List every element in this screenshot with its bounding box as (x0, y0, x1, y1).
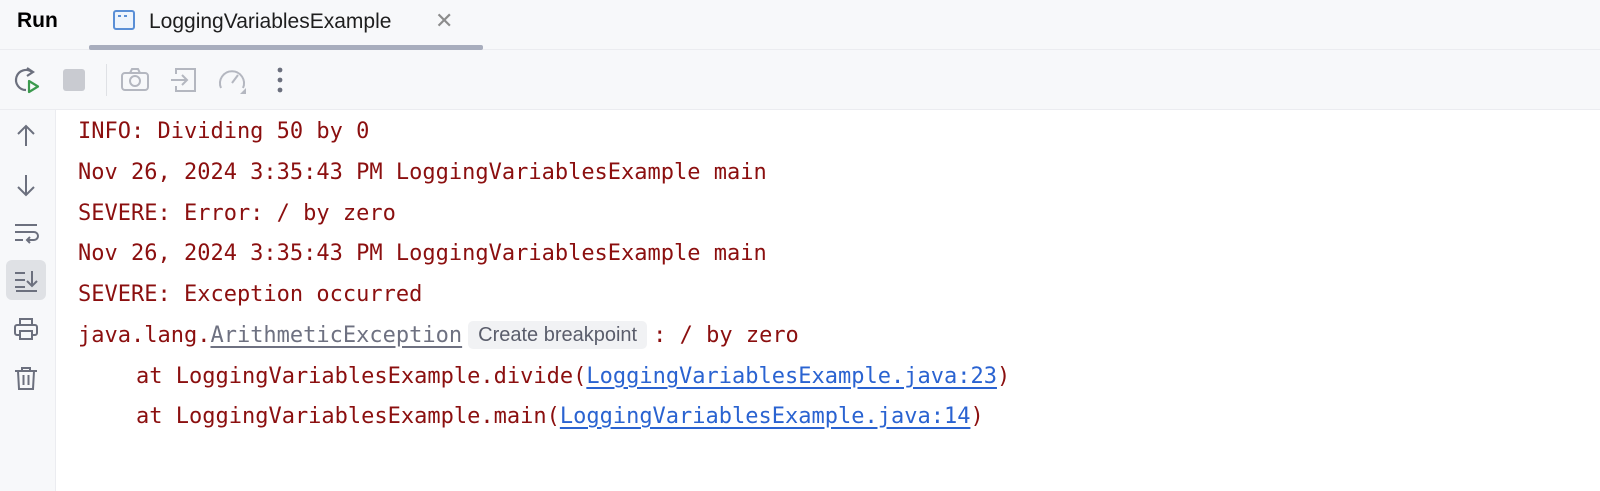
stop-icon[interactable] (58, 64, 90, 96)
stack-frame-close: ) (970, 404, 984, 429)
tab-logging-variables-example[interactable]: LoggingVariablesExample ✕ (89, 0, 483, 50)
create-breakpoint-button[interactable]: Create breakpoint (468, 321, 648, 349)
stack-frame-close: ) (996, 364, 1011, 389)
arrow-up-icon[interactable] (6, 116, 46, 156)
print-icon[interactable] (6, 309, 46, 349)
console-line: Nov 26, 2024 3:35:43 PM LoggingVariables… (78, 241, 767, 266)
run-toolbar (0, 50, 1600, 110)
exit-icon[interactable] (168, 64, 200, 96)
camera-icon[interactable] (119, 64, 151, 96)
tab-label: LoggingVariablesExample (149, 10, 392, 33)
console-line: SEVERE: Exception occurred (78, 282, 423, 307)
rerun-icon[interactable] (10, 64, 42, 96)
stack-frame-text: at LoggingVariablesExample.divide( (136, 364, 587, 389)
scroll-to-end-icon[interactable] (6, 260, 46, 300)
exception-class-link[interactable]: ArithmeticException (210, 323, 462, 348)
trash-icon[interactable] (6, 358, 46, 398)
toolbar-separator (106, 64, 107, 96)
console-line: INFO: Dividing 50 by 0 (78, 119, 370, 144)
exception-package: java.lang. (78, 323, 211, 348)
more-vertical-icon[interactable] (264, 64, 296, 96)
exception-message: : / by zero (653, 323, 799, 348)
console-line: SEVERE: Error: / by zero (78, 201, 396, 226)
run-tool-window-header: Run LoggingVariablesExample ✕ (0, 0, 1600, 50)
console-sidebar (0, 110, 56, 491)
source-link[interactable]: LoggingVariablesExample.java:14 (560, 404, 971, 429)
stack-frame-text: at LoggingVariablesExample.main( (136, 404, 560, 429)
soft-wrap-icon[interactable] (6, 213, 46, 253)
arrow-down-icon[interactable] (6, 165, 46, 205)
stack-frame: at LoggingVariablesExample.divide(Loggin… (136, 362, 1010, 392)
speedometer-icon[interactable] (216, 64, 248, 96)
console-line: Nov 26, 2024 3:35:43 PM LoggingVariables… (78, 160, 767, 185)
source-link[interactable]: LoggingVariablesExample.java:23 (586, 364, 997, 389)
console-icon (113, 10, 135, 30)
close-icon[interactable]: ✕ (435, 9, 453, 33)
run-title: Run (17, 9, 58, 32)
exception-line: java.lang.ArithmeticException Create brea… (78, 321, 799, 351)
console-output[interactable]: INFO: Dividing 50 by 0 Nov 26, 2024 3:35… (56, 110, 1600, 491)
stack-frame: at LoggingVariablesExample.main(LoggingV… (136, 402, 984, 432)
